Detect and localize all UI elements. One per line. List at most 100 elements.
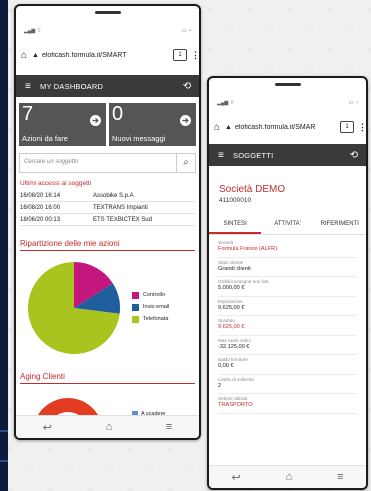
actions-chart-title: Ripartizione delle mie azioni [20,239,195,251]
recent-date: 16/08/20 16:14 [20,192,61,199]
company-code: 411000010 [219,197,252,204]
battery-icon: ▭ ◔ [348,100,358,106]
legend-label: Controllo [143,292,166,298]
field-row: Max ruolo ordini -32.125,00 € [218,336,357,355]
field-label: Settore attività [218,396,248,401]
android-nav-bar: ↩ ⌂ ≡ [209,465,366,488]
tile-messages-count: 0 [112,103,124,125]
speaker-notch [94,11,121,14]
field-row: Settore attività TRASPORTO [218,394,357,414]
phone-subject-detail: ▂▄▆ ⌔ ▭ ◔ ⌂ ▲ eloficash.formula.it/SMAR … [207,76,368,490]
browser-menu-icon[interactable]: ⋮ [358,122,366,133]
tab-attivita[interactable]: ATTIVITA' [261,214,313,234]
tile-messages[interactable]: 0 ➔ Nuovi messaggi [109,103,196,146]
list-item[interactable]: 16/08/20 16:00 TEXTRANS Impianti [20,202,195,214]
field-value: -32.125,00 € [218,343,250,350]
recent-subject: TEXTRANS Impianti [93,204,148,211]
tabs-count-button[interactable]: 1 [340,121,354,133]
detail-fields: Società Formula France (ALFR) Stato client… [218,238,357,414]
arrow-right-icon: ➔ [90,115,101,126]
legend-swatch-invio-email [132,303,139,311]
back-icon[interactable]: ↩ [43,421,52,434]
home-icon[interactable]: ⌂ [209,122,225,133]
arrow-right-icon: ➔ [180,115,191,126]
page-title: MY DASHBOARD [40,81,104,91]
back-icon[interactable]: ↩ [231,471,240,484]
recent-subject: Assobike S.p.A [93,192,134,199]
browser-url-bar: ⌂ ▲ eloficash.formula.it/SMART 1 ⋮ [16,46,199,64]
field-label: Esposizione [218,298,243,304]
field-value: 2 [218,382,222,389]
signal-icon: ▂▄▆ ⌔ [217,100,235,106]
field-value: 5.000,00 € [218,285,245,291]
tab-sintesi[interactable]: SINTESI [209,214,262,234]
field-row: Ordini/consegne non fatt. 5.000,00 € [218,277,357,297]
home-nav-icon[interactable]: ⌂ [106,421,113,433]
dashboard-tiles: 7 ➔ Azioni da fare 0 ➔ Nuovi messaggi [19,103,196,146]
recents-icon[interactable]: ≡ [337,471,343,483]
url-text[interactable]: eloficash.formula.it/SMART [42,52,169,59]
detail-tabs: SINTESI ATTIVITA' RIFERIMENTI [209,214,366,235]
home-icon[interactable]: ⌂ [16,50,32,61]
legend-swatch-controllo [132,291,139,299]
hamburger-icon[interactable]: ≡ [16,81,40,92]
field-label: Max ruolo ordini [218,337,251,343]
legend-item: Telefonata [132,313,169,325]
page-title: SOGGETTI [233,150,274,160]
phone-dashboard: ▂▄▆ ⌔ ▭ ◔ ⌂ ▲ eloficash.formula.it/SMART… [14,4,201,440]
field-value: 0,00 € [218,363,234,369]
tile-actions[interactable]: 7 ➔ Azioni da fare [19,103,106,146]
field-value: TRASPORTO [218,402,253,408]
lock-icon: ▲ [225,123,232,131]
recent-access-list: 16/08/20 16:14 Assobike S.p.A 16/08/20 1… [20,190,195,226]
field-label: Stato cliente [218,259,244,265]
url-text[interactable]: eloficash.formula.it/SMAR [235,124,336,131]
field-value: Grandi clienti [218,265,251,272]
field-label: Ordini/consegne non fatt. [218,279,270,284]
app-bar: ≡ MY DASHBOARD ⟲ [16,75,199,97]
status-bar: ▂▄▆ ⌔ ▭ ◔ [217,100,358,110]
recent-date: 16/08/20 16:00 [20,204,61,211]
left-edge-strip [0,0,8,491]
refresh-icon[interactable]: ⟲ [342,150,366,161]
tile-actions-count: 7 [22,103,34,125]
android-nav-bar: ↩ ⌂ ≡ [16,415,199,438]
field-row: Scaduto 9.625,00 € [218,316,357,336]
browser-menu-icon[interactable]: ⋮ [191,50,199,61]
recents-icon[interactable]: ≡ [166,421,172,433]
field-label: Saldo fornitore [218,357,248,362]
search-input[interactable]: Cercare un soggetto [20,154,176,172]
signal-icon: ▂▄▆ ⌔ [24,28,42,34]
search-icon[interactable]: ⌕ [176,154,195,172]
battery-icon: ▭ ◔ [181,28,191,34]
hamburger-icon[interactable]: ≡ [209,150,233,161]
list-item[interactable]: 16/08/20 16:14 Assobike S.p.A [20,190,195,202]
subject-search: Cercare un soggetto ⌕ [19,153,196,173]
field-row: Stato cliente Grandi clienti [218,258,357,277]
tile-messages-label: Nuovi messaggi [112,134,166,143]
tile-actions-label: Azioni da fare [22,134,68,143]
legend-swatch-telefonata [132,315,139,323]
tabs-count-button[interactable]: 1 [173,49,187,61]
list-item[interactable]: 18/06/20 00:13 ETS TEXBICTEX Sud [20,214,195,226]
legend-item: Invio email [132,301,169,313]
lock-icon: ▲ [32,51,39,59]
home-nav-icon[interactable]: ⌂ [286,471,293,483]
field-value: 9.625,00 € [218,324,245,330]
recent-date: 18/06/20 00:13 [20,216,61,223]
legend-label: Telefonata [143,316,169,322]
field-value: 9.625,00 € [218,304,245,311]
browser-url-bar: ⌂ ▲ eloficash.formula.it/SMAR 1 ⋮ [209,118,366,136]
field-row: Società Formula France (ALFR) [218,238,357,258]
refresh-icon[interactable]: ⟲ [175,81,199,92]
field-row: Esposizione 9.625,00 € [218,297,357,316]
company-name: Società DEMO [219,184,286,195]
field-label: Scaduto [218,318,235,323]
tab-riferimenti[interactable]: RIFERIMENTI [314,214,366,234]
status-bar: ▂▄▆ ⌔ ▭ ◔ [24,28,191,38]
field-row: Livello di sollecito 2 [218,375,357,394]
field-row: Saldo fornitore 0,00 € [218,355,357,375]
legend-label: Invio email [143,304,170,310]
app-bar: ≡ SOGGETTI ⟲ [209,144,366,166]
actions-pie-chart [26,260,122,356]
